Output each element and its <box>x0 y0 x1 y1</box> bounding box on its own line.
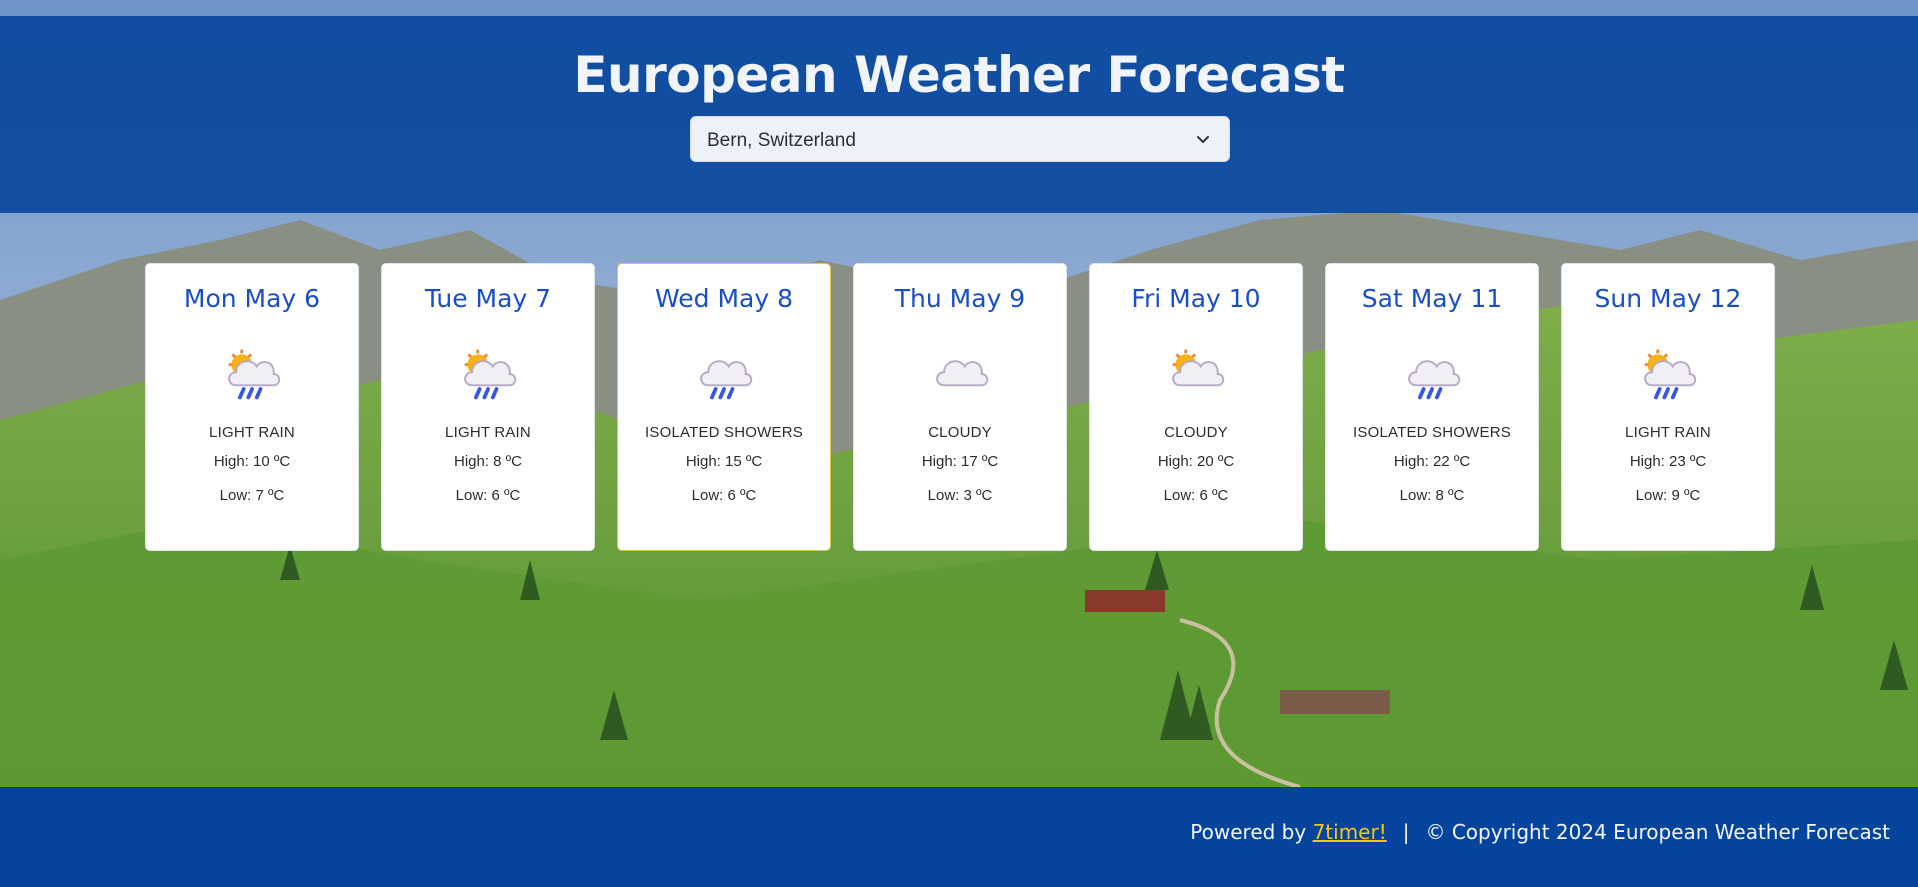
footer-separator: | <box>1402 820 1410 844</box>
forecast-card: Sat May 11 ISOLATED SHOWERS High: 22 ºC … <box>1325 263 1539 551</box>
location-select-value: Bern, Switzerland <box>707 130 856 151</box>
forecast-high: High: 8 ºC <box>453 453 522 470</box>
forecast-low: Low: 8 ºC <box>1399 487 1465 504</box>
forecast-low: Low: 6 ºC <box>691 487 757 504</box>
forecast-condition: ISOLATED SHOWERS <box>1353 424 1511 441</box>
powered-by-label: Powered by <box>1190 820 1307 844</box>
footer-text: Powered by 7timer! | © Copyright 2024 Euro… <box>1190 820 1890 844</box>
forecast-low: Low: 6 ºC <box>455 487 521 504</box>
location-select[interactable]: Bern, Switzerland <box>690 116 1230 162</box>
forecast-condition: LIGHT RAIN <box>445 424 531 441</box>
forecast-card: Mon May 6 LIGHT RAIN High: 10 ºC Low: 7 … <box>145 263 359 551</box>
light-rain-icon <box>463 348 517 400</box>
forecast-low: Low: 6 ºC <box>1163 487 1229 504</box>
forecast-card: Thu May 9 CLOUDY High: 17 ºC Low: 3 ºC <box>853 263 1067 551</box>
forecast-high: High: 15 ºC <box>685 453 763 470</box>
forecast-day: Thu May 9 <box>894 284 1026 313</box>
copyright-text: © Copyright 2024 European Weather Foreca… <box>1425 820 1890 844</box>
forecast-condition: CLOUDY <box>1164 424 1228 441</box>
forecast-card: Tue May 7 LIGHT RAIN High: 8 ºC Low: 6 º… <box>381 263 595 551</box>
forecast-day: Sun May 12 <box>1594 284 1742 313</box>
forecast-low: Low: 3 ºC <box>927 487 993 504</box>
7timer-link[interactable]: 7timer! <box>1313 820 1387 844</box>
forecast-condition: CLOUDY <box>928 424 992 441</box>
forecast-day: Sat May 11 <box>1361 284 1503 313</box>
page-title: European Weather Forecast <box>573 46 1345 104</box>
partly-cloudy-icon <box>1171 348 1225 387</box>
forecast-day: Fri May 10 <box>1131 284 1261 313</box>
light-rain-icon <box>1643 348 1697 400</box>
cloudy-icon <box>936 360 989 387</box>
forecast-condition: LIGHT RAIN <box>1625 424 1711 441</box>
header: European Weather Forecast Bern, Switzerl… <box>0 16 1918 213</box>
light-rain-icon <box>227 348 281 400</box>
forecast-high: High: 23 ºC <box>1629 453 1707 470</box>
forecast-day: Wed May 8 <box>655 284 793 313</box>
forecast-low: Low: 9 ºC <box>1635 487 1701 504</box>
forecast-condition: LIGHT RAIN <box>209 424 295 441</box>
forecast-card: Sun May 12 LIGHT RAIN High: 23 ºC Low: 9… <box>1561 263 1775 551</box>
chevron-down-icon <box>1197 136 1209 143</box>
forecast-high: High: 17 ºC <box>921 453 999 470</box>
forecast-high: High: 22 ºC <box>1393 453 1471 470</box>
forecast-card-selected: Wed May 8 ISOLATED SHOWERS High: 15 ºC L… <box>617 263 831 551</box>
forecast-high: High: 20 ºC <box>1157 453 1235 470</box>
forecast-condition: ISOLATED SHOWERS <box>645 424 803 441</box>
forecast-low: Low: 7 ºC <box>219 487 285 504</box>
forecast-card: Fri May 10 CLOUDY High: 20 ºC Low: 6 ºC <box>1089 263 1303 551</box>
forecast-day: Mon May 6 <box>183 284 321 313</box>
footer: Powered by 7timer! | © Copyright 2024 Euro… <box>0 787 1918 887</box>
isolated-showers-icon <box>700 360 753 400</box>
isolated-showers-icon <box>1408 360 1461 400</box>
forecast-day: Tue May 7 <box>424 284 552 313</box>
forecast-high: High: 10 ºC <box>213 453 291 470</box>
forecast-list: Mon May 6 LIGHT RAIN High: 10 ºC Low: 7 … <box>145 263 1775 553</box>
